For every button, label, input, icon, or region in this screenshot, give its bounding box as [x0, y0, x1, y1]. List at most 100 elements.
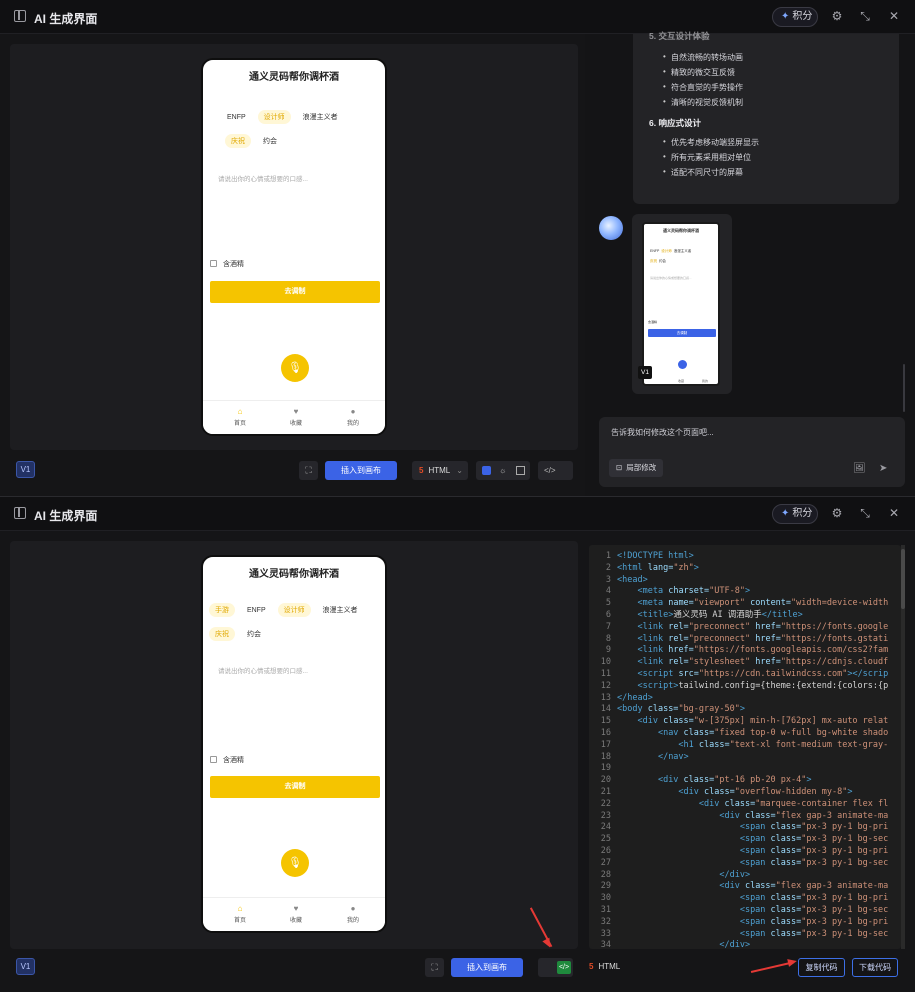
- thumb-nav-mine: 我的: [702, 379, 709, 383]
- local-edit-button[interactable]: ⊡ 局部修改: [609, 459, 664, 477]
- sidebar-toggle-icon[interactable]: [14, 507, 26, 519]
- mix-button[interactable]: 去调制: [210, 776, 380, 798]
- view-toggle[interactable]: ☼: [476, 461, 530, 480]
- credits-button[interactable]: ✦ 积分: [772, 7, 818, 27]
- desktop-view-icon[interactable]: [482, 466, 491, 475]
- code-scrollbar[interactable]: [901, 545, 905, 949]
- nav-home[interactable]: ⌂ 首页: [225, 407, 255, 427]
- sidebar-toggle-icon[interactable]: [14, 10, 26, 22]
- alcohol-checkbox[interactable]: 含酒精: [210, 259, 244, 269]
- tag-mobile-game[interactable]: 手游: [209, 603, 235, 617]
- code-token: "UTF-8": [709, 586, 745, 597]
- local-edit-label: 局部修改: [626, 463, 657, 472]
- code-token: "px-3 py-1 bg-sec: [801, 834, 889, 845]
- alcohol-checkbox[interactable]: 含酒精: [210, 755, 244, 765]
- nav-favorites[interactable]: ♥ 收藏: [281, 407, 311, 427]
- close-icon[interactable]: ✕: [887, 506, 901, 520]
- code-editor[interactable]: 1 <!DOCTYPE html> 2 <html lang="zh"> 3 <head>…: [589, 545, 901, 949]
- code-token: href=: [755, 621, 781, 632]
- image-upload-icon[interactable]: 🖼: [853, 463, 866, 474]
- tag-celebrate[interactable]: 庆祝: [209, 627, 235, 641]
- code-token: <link: [637, 633, 669, 644]
- phone-preview: 通义灵码帮你调杯酒 ENFP 设计师 浪漫主义者 庆祝 约会 请说出你的心情或想…: [201, 58, 387, 436]
- nav-mine[interactable]: ● 我的: [338, 407, 368, 427]
- code-view-toggle[interactable]: </>: [538, 958, 573, 977]
- collapse-icon[interactable]: ⤡: [858, 506, 872, 520]
- tag-celebrate[interactable]: 庆祝: [225, 134, 251, 148]
- fullscreen-icon[interactable]: ⛶: [299, 461, 318, 480]
- mic-button[interactable]: 🎙: [281, 354, 309, 382]
- line-number: 28: [600, 869, 611, 880]
- nav-favorites[interactable]: ♥ 收藏: [281, 904, 311, 924]
- home-icon: ⌂: [237, 407, 243, 416]
- code-token: <link: [637, 621, 669, 632]
- tag-designer[interactable]: 设计师: [257, 110, 291, 124]
- preview-thumbnail[interactable]: 通义灵码帮你调杯酒 ENFP 设计师 浪漫主义者 庆祝 约会 请说出你的心情或想…: [632, 214, 732, 394]
- tag-designer[interactable]: 设计师: [277, 603, 311, 617]
- insert-to-canvas-button[interactable]: 插入到画布: [451, 958, 523, 977]
- line-number: 22: [600, 798, 611, 809]
- chat-scrollbar[interactable]: [903, 364, 905, 412]
- sparkle-icon: ✦: [781, 508, 790, 519]
- tag-enfp[interactable]: ENFP: [241, 605, 272, 616]
- version-badge[interactable]: V1: [16, 958, 35, 975]
- chat-input[interactable]: 告诉我如何修改这个页面吧...: [611, 427, 714, 438]
- nav-home[interactable]: ⌂ 首页: [225, 904, 255, 924]
- close-icon[interactable]: ✕: [887, 9, 901, 23]
- code-line: 4 <meta charset="UTF-8">: [589, 585, 901, 597]
- code-icon[interactable]: </>: [557, 961, 571, 974]
- mic-button[interactable]: 🎙: [281, 849, 309, 877]
- credits-button[interactable]: ✦ 积分: [772, 504, 818, 524]
- code-token: "flex gap-3 animate-ma: [775, 810, 889, 821]
- tag-romantic[interactable]: 浪漫主义者: [317, 603, 364, 617]
- list-item: 精致的微交互反馈: [663, 67, 735, 78]
- phone-title: 通义灵码帮你调杯酒: [249, 569, 339, 580]
- code-line: 16 <nav class="fixed top-0 w-full bg-whi…: [589, 727, 901, 739]
- sun-icon[interactable]: ☼: [499, 466, 506, 475]
- mix-button[interactable]: 去调制: [210, 281, 380, 303]
- code-line: 24 <span class="px-3 py-1 bg-pri: [589, 821, 901, 833]
- checkbox-box[interactable]: [210, 756, 217, 763]
- nav-home-label: 首页: [233, 918, 246, 924]
- tag-row-2: 庆祝 约会: [209, 134, 385, 148]
- code-token: tailwind.config={theme:{extend:{colors:{…: [678, 680, 889, 691]
- mood-input[interactable]: 请说出你的心情或想要的口感...: [218, 665, 308, 675]
- code-icon[interactable]: </>: [544, 466, 556, 475]
- collapse-icon[interactable]: ⤡: [858, 9, 872, 23]
- version-badge[interactable]: V1: [16, 461, 35, 478]
- line-number: 9: [605, 645, 611, 656]
- send-icon[interactable]: ➤: [879, 463, 887, 474]
- heart-icon: ♥: [293, 904, 299, 913]
- code-token: <nav: [657, 728, 684, 738]
- tag-romantic[interactable]: 浪漫主义者: [297, 110, 344, 124]
- copy-code-button[interactable]: 复制代码: [798, 958, 845, 977]
- tag-date[interactable]: 约会: [241, 627, 267, 641]
- tag-date[interactable]: 约会: [257, 134, 283, 148]
- line-number: 20: [600, 775, 611, 786]
- code-token: <div: [698, 798, 725, 809]
- thumbnail-version-badge: V1: [638, 366, 652, 379]
- line-number: 34: [600, 940, 611, 949]
- gear-icon[interactable]: ⚙: [830, 506, 844, 520]
- gear-icon[interactable]: ⚙: [830, 9, 844, 23]
- code-view-toggle[interactable]: </>: [538, 461, 573, 480]
- insert-to-canvas-button[interactable]: 插入到画布: [325, 461, 397, 480]
- nav-mine[interactable]: ● 我的: [338, 904, 368, 924]
- format-select[interactable]: 5 HTML ⌄: [412, 461, 468, 480]
- fullscreen-icon[interactable]: ⛶: [425, 958, 444, 977]
- code-line: 25 <span class="px-3 py-1 bg-sec: [589, 833, 901, 845]
- download-code-button[interactable]: 下载代码: [852, 958, 898, 977]
- code-token: </div>: [719, 869, 751, 880]
- code-token: <span: [739, 916, 771, 927]
- mood-input[interactable]: 请说出你的心情或想要的口感...: [218, 173, 308, 183]
- code-line: 15 <div class="w-[375px] min-h-[762px] m…: [589, 715, 901, 727]
- checkbox-box[interactable]: [210, 260, 217, 267]
- code-line: 12 <script>tailwind.config={theme:{exten…: [589, 680, 901, 692]
- tag-enfp[interactable]: ENFP: [221, 112, 252, 123]
- frame-icon[interactable]: [516, 466, 525, 475]
- code-token: "zh": [673, 562, 694, 573]
- chat-input-box[interactable]: 告诉我如何修改这个页面吧... ⊡ 局部修改 🖼 ➤: [599, 417, 905, 487]
